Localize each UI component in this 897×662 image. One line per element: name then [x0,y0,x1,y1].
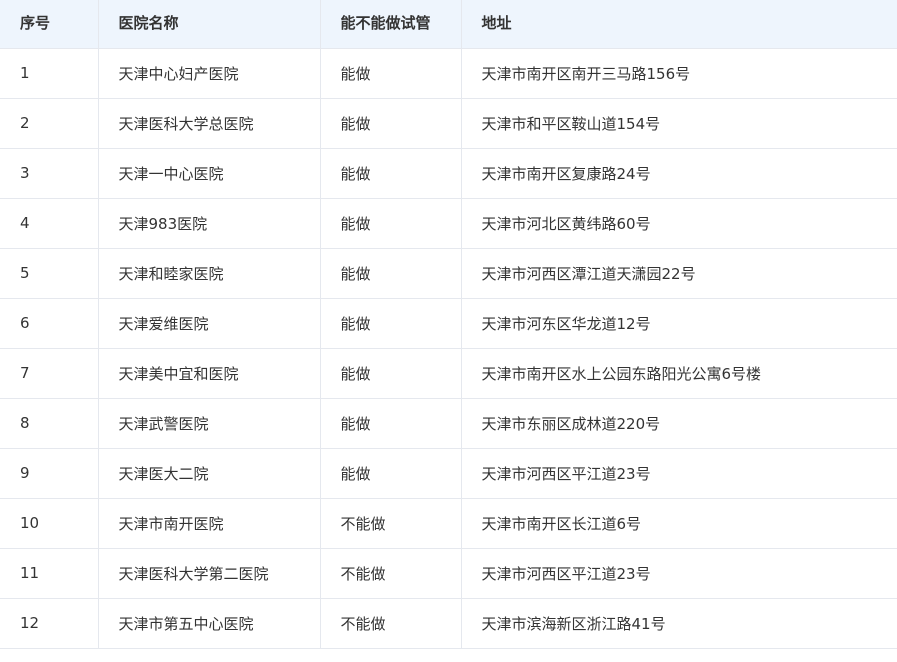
cell-index: 11 [0,548,99,599]
cell-address: 天津市河西区平江道23号 [461,448,897,499]
table-row: 2 天津医科大学总医院 能做 天津市和平区鞍山道154号 [0,98,897,149]
table-row: 3 天津一中心医院 能做 天津市南开区复康路24号 [0,148,897,199]
cell-ivf-availability: 不能做 [320,548,462,599]
table-row: 9 天津医大二院 能做 天津市河西区平江道23号 [0,448,897,499]
cell-hospital-name: 天津市第五中心医院 [98,598,321,649]
cell-index: 1 [0,48,99,99]
cell-ivf-availability: 能做 [320,448,462,499]
header-row: 序号 医院名称 能不能做试管 地址 [0,0,897,49]
cell-hospital-name: 天津医大二院 [98,448,321,499]
cell-index: 6 [0,298,99,349]
cell-hospital-name: 天津市南开医院 [98,498,321,549]
cell-ivf-availability: 不能做 [320,498,462,549]
cell-ivf-availability: 不能做 [320,598,462,649]
cell-ivf-availability: 能做 [320,298,462,349]
cell-index: 3 [0,148,99,199]
cell-hospital-name: 天津美中宜和医院 [98,348,321,399]
cell-hospital-name: 天津一中心医院 [98,148,321,199]
cell-address: 天津市河西区潭江道天潇园22号 [461,248,897,299]
cell-index: 2 [0,98,99,149]
cell-hospital-name: 天津武警医院 [98,398,321,449]
cell-ivf-availability: 能做 [320,48,462,99]
cell-hospital-name: 天津医科大学总医院 [98,98,321,149]
cell-address: 天津市南开区水上公园东路阳光公寓6号楼 [461,348,897,399]
cell-ivf-availability: 能做 [320,198,462,249]
cell-hospital-name: 天津爱维医院 [98,298,321,349]
cell-address: 天津市河西区平江道23号 [461,548,897,599]
cell-index: 8 [0,398,99,449]
table-row: 1 天津中心妇产医院 能做 天津市南开区南开三马路156号 [0,48,897,99]
cell-index: 12 [0,598,99,649]
cell-ivf-availability: 能做 [320,248,462,299]
cell-address: 天津市南开区长江道6号 [461,498,897,549]
cell-ivf-availability: 能做 [320,148,462,199]
cell-ivf-availability: 能做 [320,398,462,449]
header-hospital-name: 医院名称 [98,0,321,49]
cell-address: 天津市和平区鞍山道154号 [461,98,897,149]
table-row: 10 天津市南开医院 不能做 天津市南开区长江道6号 [0,498,897,549]
table-header: 序号 医院名称 能不能做试管 地址 [0,0,897,49]
cell-address: 天津市滨海新区浙江路41号 [461,598,897,649]
cell-index: 7 [0,348,99,399]
cell-address: 天津市河北区黄纬路60号 [461,198,897,249]
cell-index: 5 [0,248,99,299]
table-row: 11 天津医科大学第二医院 不能做 天津市河西区平江道23号 [0,548,897,599]
table-body: 1 天津中心妇产医院 能做 天津市南开区南开三马路156号 2 天津医科大学总医… [0,48,897,649]
cell-index: 10 [0,498,99,549]
table-row: 5 天津和睦家医院 能做 天津市河西区潭江道天潇园22号 [0,248,897,299]
table-row: 7 天津美中宜和医院 能做 天津市南开区水上公园东路阳光公寓6号楼 [0,348,897,399]
header-address: 地址 [461,0,897,49]
cell-address: 天津市河东区华龙道12号 [461,298,897,349]
table-row: 4 天津983医院 能做 天津市河北区黄纬路60号 [0,198,897,249]
header-index: 序号 [0,0,99,49]
cell-hospital-name: 天津中心妇产医院 [98,48,321,99]
table-row: 6 天津爱维医院 能做 天津市河东区华龙道12号 [0,298,897,349]
cell-hospital-name: 天津983医院 [98,198,321,249]
cell-ivf-availability: 能做 [320,98,462,149]
cell-address: 天津市南开区复康路24号 [461,148,897,199]
table-row: 8 天津武警医院 能做 天津市东丽区成林道220号 [0,398,897,449]
header-ivf-availability: 能不能做试管 [320,0,462,49]
hospital-table: 序号 医院名称 能不能做试管 地址 1 天津中心妇产医院 能做 天津市南开区南开… [0,0,897,649]
cell-ivf-availability: 能做 [320,348,462,399]
table-row: 12 天津市第五中心医院 不能做 天津市滨海新区浙江路41号 [0,598,897,649]
cell-address: 天津市南开区南开三马路156号 [461,48,897,99]
cell-hospital-name: 天津和睦家医院 [98,248,321,299]
cell-address: 天津市东丽区成林道220号 [461,398,897,449]
cell-index: 9 [0,448,99,499]
cell-index: 4 [0,198,99,249]
cell-hospital-name: 天津医科大学第二医院 [98,548,321,599]
